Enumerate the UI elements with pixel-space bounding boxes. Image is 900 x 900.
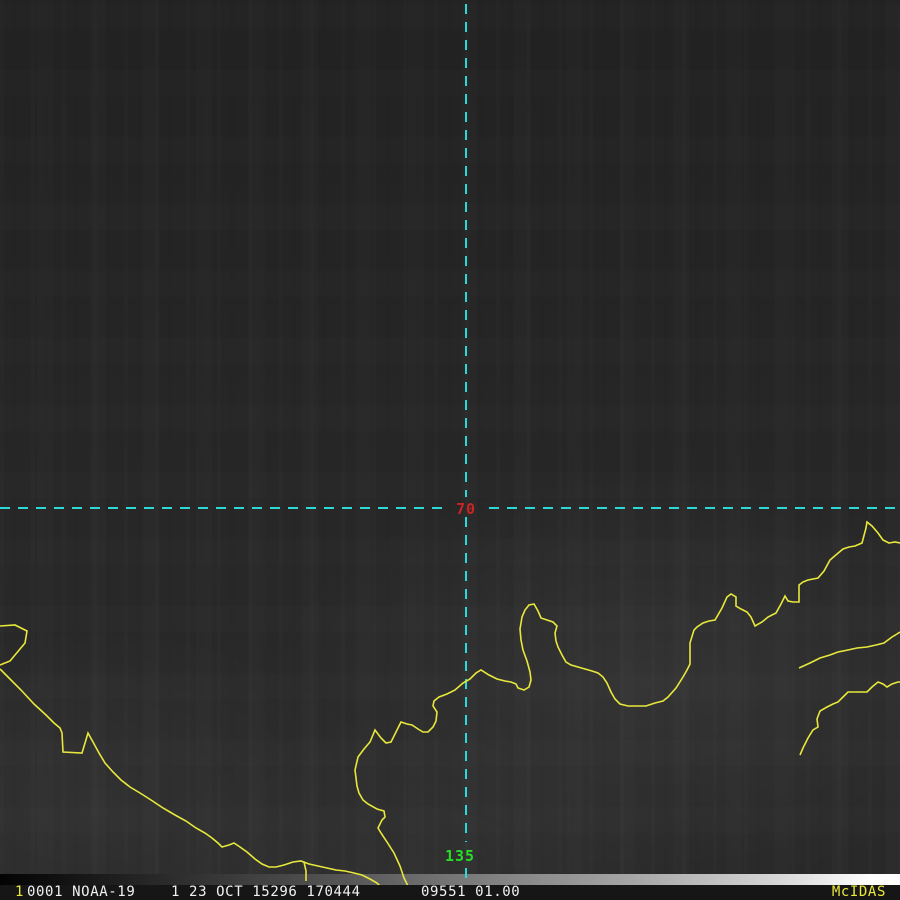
status-bar: 1 0001 NOAA-19 1 23 OCT 15296 170444 095… [0,885,900,900]
map-overlay [0,4,900,900]
mcidas-brand: McIDAS [831,884,886,900]
coastline-overlay [0,668,384,890]
latitude-label: 70 [455,500,477,518]
coastline-overlay [303,861,307,881]
longitude-label: 135 [444,847,476,865]
image-info: 09551 01.00 [421,884,521,900]
coastline-overlay [0,624,28,666]
frame-number: 1 [15,884,25,900]
coastline-overlay [799,681,900,756]
coastline-overlay [798,631,900,669]
mcidas-window: 70 135 1 0001 NOAA-19 1 23 OCT 15296 170… [0,0,900,900]
coastline-overlay [354,520,900,900]
image-datetime: 1 23 OCT 15296 170444 [171,884,361,900]
image-source: 0001 NOAA-19 [27,884,136,900]
